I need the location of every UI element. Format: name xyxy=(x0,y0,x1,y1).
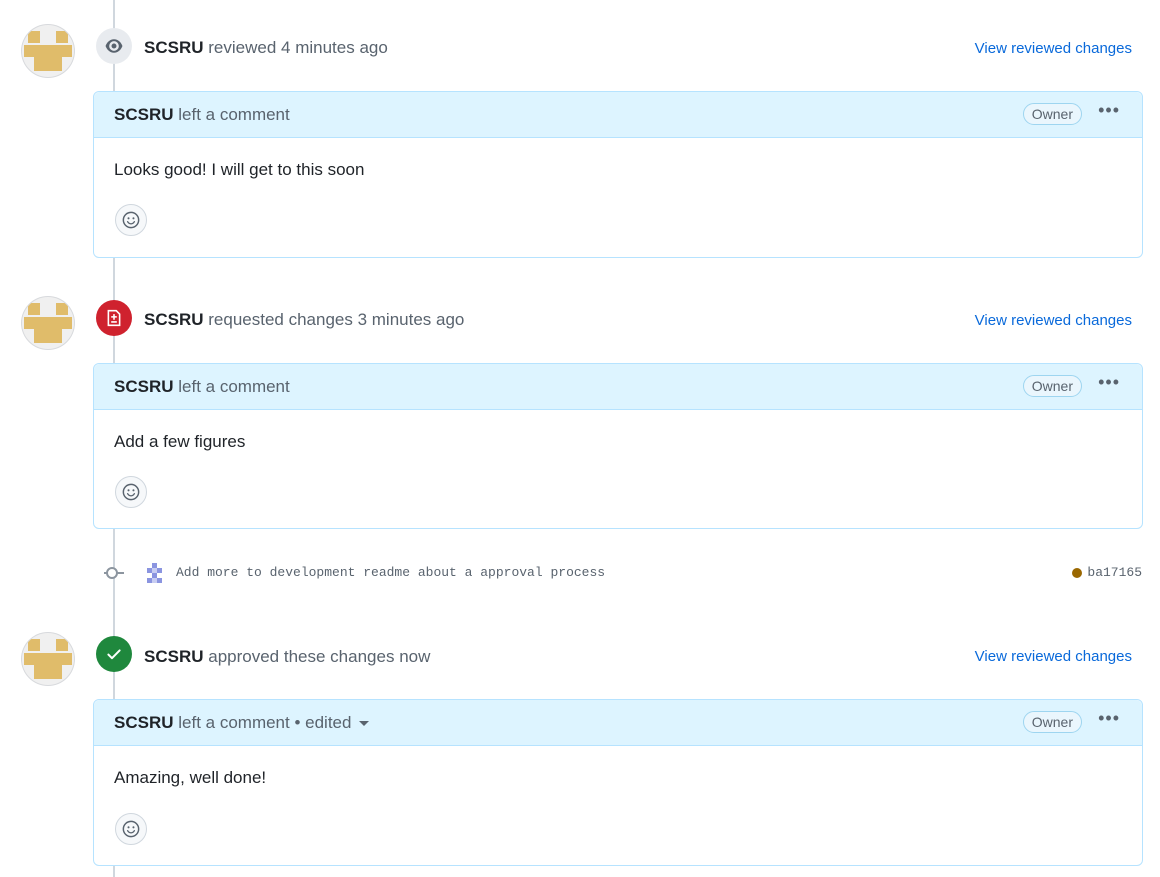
review-comment: SCSRU left a comment Owner ••• Looks goo… xyxy=(93,91,1143,258)
comment-meta: SCSRU left a comment xyxy=(114,377,290,397)
smiley-icon xyxy=(122,211,140,229)
smiley-icon xyxy=(122,483,140,501)
owner-badge: Owner xyxy=(1022,103,1082,125)
more-options-button[interactable]: ••• xyxy=(1098,100,1120,121)
commit-row: Add more to development readme about a a… xyxy=(0,560,1160,586)
add-reaction-button[interactable] xyxy=(115,476,147,508)
view-reviewed-changes-link[interactable]: View reviewed changes xyxy=(975,40,1132,57)
file-diff-icon xyxy=(96,300,132,336)
git-commit-icon xyxy=(106,567,118,579)
commit-message-link[interactable]: Add more to development readme about a a… xyxy=(176,565,605,580)
comment-author[interactable]: SCSRU xyxy=(114,713,174,732)
owner-badge: Owner xyxy=(1022,711,1082,733)
review-event: SCSRU requested changes 3 minutes ago xyxy=(144,310,464,330)
commit-author-avatar[interactable] xyxy=(144,562,166,584)
author-name[interactable]: SCSRU xyxy=(144,647,204,666)
review-time[interactable]: 3 minutes ago xyxy=(358,310,465,329)
comment-action: left a comment xyxy=(178,377,290,396)
commit-sha-link[interactable]: ba17165 xyxy=(1087,565,1142,580)
review-comment: SCSRU left a comment Owner ••• Add a few… xyxy=(93,363,1143,529)
review-action: requested changes xyxy=(208,310,353,329)
comment-header: SCSRU left a comment Owner ••• xyxy=(94,92,1142,138)
more-options-button[interactable]: ••• xyxy=(1098,708,1120,729)
smiley-icon xyxy=(122,820,140,838)
author-name[interactable]: SCSRU xyxy=(144,38,204,57)
review-event: SCSRU reviewed 4 minutes ago xyxy=(144,38,388,58)
add-reaction-button[interactable] xyxy=(115,204,147,236)
comment-author[interactable]: SCSRU xyxy=(114,105,174,124)
author-name[interactable]: SCSRU xyxy=(144,310,204,329)
comment-meta: SCSRU left a comment xyxy=(114,105,290,125)
add-reaction-button[interactable] xyxy=(115,813,147,845)
review-event: SCSRU approved these changes now xyxy=(144,647,430,667)
more-options-button[interactable]: ••• xyxy=(1098,372,1120,393)
view-reviewed-changes-link[interactable]: View reviewed changes xyxy=(975,648,1132,665)
comment-header: SCSRU left a comment • edited Owner ••• xyxy=(94,700,1142,746)
comment-author[interactable]: SCSRU xyxy=(114,377,174,396)
eye-icon xyxy=(96,28,132,64)
comment-body: Amazing, well done! xyxy=(114,768,267,787)
comment-action: left a comment xyxy=(178,105,290,124)
avatar[interactable] xyxy=(22,633,74,685)
review-time[interactable]: now xyxy=(399,647,430,666)
check-icon xyxy=(96,636,132,672)
avatar[interactable] xyxy=(22,297,74,349)
chevron-down-icon[interactable] xyxy=(359,721,370,727)
avatar[interactable] xyxy=(22,25,74,77)
comment-action-edited[interactable]: left a comment • edited xyxy=(178,713,351,732)
comment-body: Add a few figures xyxy=(114,432,246,451)
comment-meta: SCSRU left a comment • edited xyxy=(114,713,370,733)
commit-status-dot[interactable] xyxy=(1072,568,1082,578)
review-time[interactable]: 4 minutes ago xyxy=(281,38,388,57)
review-action: reviewed xyxy=(208,38,277,57)
comment-header: SCSRU left a comment Owner ••• xyxy=(94,364,1142,410)
review-action: approved these changes xyxy=(208,647,395,666)
review-comment: SCSRU left a comment • edited Owner ••• … xyxy=(93,699,1143,866)
comment-body: Looks good! I will get to this soon xyxy=(114,160,365,179)
timeline-line xyxy=(113,528,115,700)
view-reviewed-changes-link[interactable]: View reviewed changes xyxy=(975,312,1132,329)
owner-badge: Owner xyxy=(1022,375,1082,397)
